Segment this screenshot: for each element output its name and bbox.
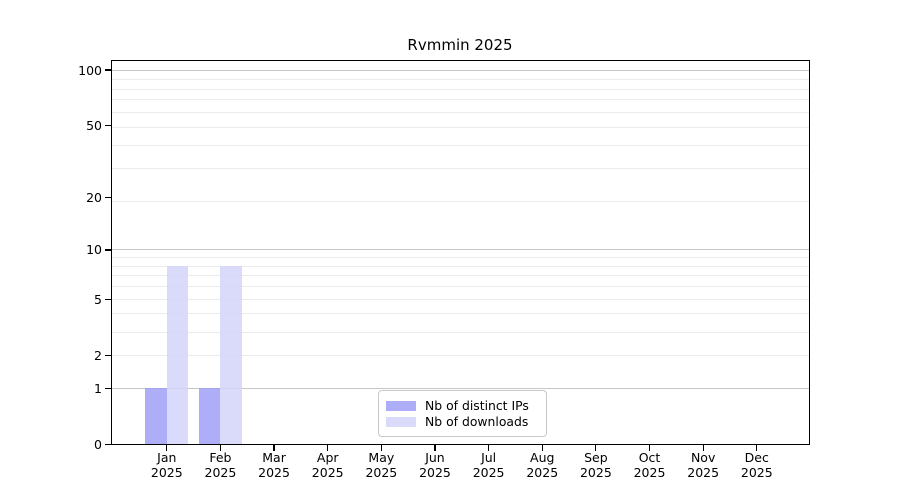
legend-entry: Nb of downloads [386, 414, 538, 429]
plot-area: Nb of distinct IPsNb of downloads [111, 60, 811, 445]
y-axis-tick [105, 355, 111, 356]
y-axis-tick [105, 249, 111, 250]
y-axis-tick [105, 69, 111, 70]
bar-downloads [220, 266, 241, 444]
minor-gridline [111, 127, 811, 128]
chart-canvas: Rvmmin 2025 Nb of distinct IPsNb of down… [0, 0, 900, 500]
x-axis-tick [703, 445, 704, 451]
minor-gridline [111, 112, 811, 113]
minor-gridline [111, 286, 811, 287]
bar-distinct-ips [199, 388, 220, 444]
x-axis-tick [327, 445, 328, 451]
y-tick-label: 2 [42, 348, 102, 363]
legend-swatch [386, 401, 416, 411]
x-axis-tick [756, 445, 757, 451]
minor-gridline [111, 332, 811, 333]
minor-gridline [111, 299, 811, 300]
y-tick-label: 1 [42, 381, 102, 396]
major-gridline [111, 249, 811, 250]
chart-title: Rvmmin 2025 [110, 36, 810, 54]
minor-gridline [111, 201, 811, 202]
y-axis-tick [105, 388, 111, 389]
minor-gridline [111, 355, 811, 356]
x-axis-tick [488, 445, 489, 451]
y-axis-tick [105, 444, 111, 445]
x-axis-tick [220, 445, 221, 451]
minor-gridline [111, 257, 811, 258]
y-tick-label: 5 [42, 292, 102, 307]
y-tick-label: 0 [42, 437, 102, 452]
minor-gridline [111, 266, 811, 267]
minor-gridline [111, 145, 811, 146]
y-tick-label: 20 [42, 190, 102, 205]
y-axis-tick [105, 299, 111, 300]
x-axis-tick [595, 445, 596, 451]
x-axis-tick [542, 445, 543, 451]
minor-gridline [111, 313, 811, 314]
x-tick-year: 2025 [725, 466, 789, 481]
y-axis-tick [105, 197, 111, 198]
minor-gridline [111, 79, 811, 80]
bar-distinct-ips [145, 388, 166, 444]
minor-gridline [111, 275, 811, 276]
x-axis-tick [649, 445, 650, 451]
y-tick-label: 10 [42, 242, 102, 257]
legend-swatch [386, 417, 416, 427]
x-axis-tick [273, 445, 274, 451]
legend-entry: Nb of distinct IPs [386, 398, 538, 413]
y-axis-tick [105, 125, 111, 126]
x-tick-label: Dec2025 [725, 451, 789, 480]
legend-label: Nb of distinct IPs [425, 398, 529, 413]
y-tick-label: 100 [42, 63, 102, 78]
legend-label: Nb of downloads [425, 414, 528, 429]
legend: Nb of distinct IPsNb of downloads [378, 390, 547, 437]
minor-gridline [111, 168, 811, 169]
major-gridline [111, 70, 811, 71]
bar-downloads [167, 266, 188, 444]
minor-gridline [111, 99, 811, 100]
minor-gridline [111, 89, 811, 90]
y-tick-label: 50 [42, 118, 102, 133]
x-axis-tick [434, 445, 435, 451]
x-axis-tick [381, 445, 382, 451]
x-axis-tick [166, 445, 167, 451]
x-tick-month: Dec [725, 451, 789, 466]
